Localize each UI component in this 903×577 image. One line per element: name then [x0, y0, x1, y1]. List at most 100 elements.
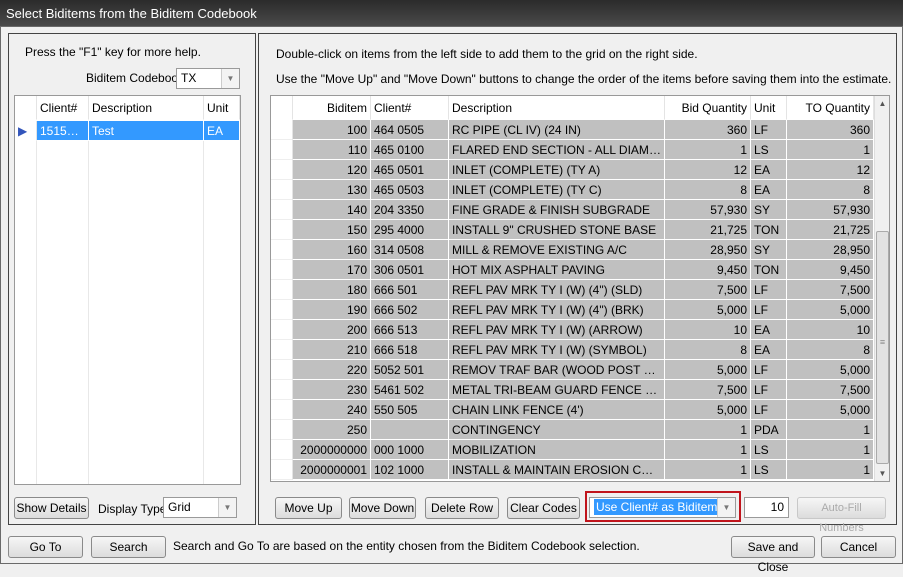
cell-client: 000 1000 [371, 440, 449, 460]
cell-unit: TON [751, 220, 787, 240]
move-up-button[interactable]: Move Up [275, 497, 342, 519]
table-row[interactable]: 240 550 505 CHAIN LINK FENCE (4') 5,000 LF 5,… [271, 400, 874, 420]
cell-unit: LF [751, 280, 787, 300]
table-row[interactable]: 110 465 0100 FLARED END SECTION - ALL DIAM… [271, 140, 874, 160]
cell-description: CHAIN LINK FENCE (4') [449, 400, 665, 420]
cell-to-quantity: 1 [787, 460, 874, 480]
row-header[interactable] [271, 320, 293, 340]
row-header[interactable] [271, 260, 293, 280]
scroll-thumb[interactable]: ≡ [876, 231, 889, 464]
table-row[interactable]: 130 465 0503 INLET (COMPLETE) (TY C) 8 EA 8 [271, 180, 874, 200]
codebook-select[interactable]: TX ▼ [176, 68, 240, 89]
cell-biditem: 200 [293, 320, 371, 340]
cancel-button[interactable]: Cancel [821, 536, 896, 558]
cell-bid-quantity: 57,930 [665, 200, 751, 220]
row-header[interactable] [271, 220, 293, 240]
cell-unit: SY [751, 200, 787, 220]
row-header[interactable] [271, 180, 293, 200]
col-bid-quantity[interactable]: Bid Quantity [665, 96, 751, 120]
table-row[interactable]: 170 306 0501 HOT MIX ASPHALT PAVING 9,450 TO… [271, 260, 874, 280]
cell-to-quantity: 57,930 [787, 200, 874, 220]
auto-fill-button[interactable]: Auto-Fill Numbers [797, 497, 886, 534]
table-row[interactable]: 210 666 518 REFL PAV MRK TY I (W) (SYMBOL)… [271, 340, 874, 360]
table-row[interactable]: 2000000000 000 1000 MOBILIZATION 1 LS 1 [271, 440, 874, 460]
table-row[interactable]: 220 5052 501 REMOV TRAF BAR (WOOD POST & C… [271, 360, 874, 380]
increment-input[interactable]: 10 [744, 497, 789, 518]
codebook-grid[interactable]: Client# Description Unit ▶ 15151 1... Te… [14, 95, 241, 485]
row-header[interactable] [271, 340, 293, 360]
show-details-button[interactable]: Show Details [14, 497, 89, 519]
table-row[interactable]: 250 CONTINGENCY 1 PDA 1 [271, 420, 874, 440]
cell-unit: LF [751, 300, 787, 320]
cell-to-quantity: 21,725 [787, 220, 874, 240]
delete-row-button[interactable]: Delete Row [425, 497, 499, 519]
table-row[interactable]: 150 295 4000 INSTALL 9" CRUSHED STONE BASE… [271, 220, 874, 240]
cell-unit: TON [751, 260, 787, 280]
scroll-up-icon[interactable]: ▲ [875, 96, 889, 112]
table-row[interactable]: 160 314 0508 MILL & REMOVE EXISTING A/C 28,… [271, 240, 874, 260]
col-biditem[interactable]: Biditem [293, 96, 371, 120]
estimate-grid[interactable]: Biditem Client# Description Bid Quantity… [270, 95, 890, 482]
go-to-button[interactable]: Go To [8, 536, 83, 558]
col-client[interactable]: Client# [371, 96, 449, 120]
col-unit[interactable]: Unit [204, 96, 240, 120]
row-header[interactable] [271, 400, 293, 420]
row-header[interactable] [271, 300, 293, 320]
cell-description: INSTALL 9" CRUSHED STONE BASE [449, 220, 665, 240]
col-unit[interactable]: Unit [751, 96, 787, 120]
table-row[interactable]: 200 666 513 REFL PAV MRK TY I (W) (ARROW) 1… [271, 320, 874, 340]
table-row[interactable]: 100 464 0505 RC PIPE (CL IV) (24 IN) 360 LF 3… [271, 120, 874, 140]
cell-bid-quantity: 10 [665, 320, 751, 340]
display-type-select[interactable]: Grid ▼ [163, 497, 237, 518]
cell-bid-quantity: 8 [665, 180, 751, 200]
biditem-mode-select[interactable]: Use Client# as Biditem: ▼ [589, 497, 736, 518]
table-row[interactable]: 2000000001 102 1000 INSTALL & MAINTAIN ERO… [271, 460, 874, 480]
row-header[interactable] [271, 140, 293, 160]
cell-description: Test [89, 121, 204, 141]
search-button[interactable]: Search [91, 536, 166, 558]
cell-bid-quantity: 1 [665, 140, 751, 160]
cell-client: 204 3350 [371, 200, 449, 220]
row-header[interactable] [271, 280, 293, 300]
col-description[interactable]: Description [89, 96, 204, 120]
grid-header: Client# Description Unit [15, 96, 240, 120]
table-row[interactable]: 190 666 502 REFL PAV MRK TY I (W) (4") (BR… [271, 300, 874, 320]
row-pointer-icon: ▶ [15, 121, 37, 141]
table-row[interactable]: ▶ 15151 1... Test EA [15, 121, 240, 141]
cell-client: 464 0505 [371, 120, 449, 140]
row-header[interactable] [271, 460, 293, 480]
move-down-button[interactable]: Move Down [349, 497, 416, 519]
cell-to-quantity: 360 [787, 120, 874, 140]
cell-to-quantity: 28,950 [787, 240, 874, 260]
table-row[interactable]: 120 465 0501 INLET (COMPLETE) (TY A) 12 EA 12 [271, 160, 874, 180]
cell-bid-quantity: 9,450 [665, 260, 751, 280]
cell-biditem: 100 [293, 120, 371, 140]
vertical-scrollbar[interactable]: ▲ ≡ ▼ [874, 96, 889, 481]
row-header[interactable] [271, 440, 293, 460]
cell-client: 5052 501 [371, 360, 449, 380]
row-header[interactable] [271, 120, 293, 140]
col-description[interactable]: Description [449, 96, 665, 120]
help-text: Press the "F1" key for more help. [25, 45, 201, 59]
cell-bid-quantity: 1 [665, 440, 751, 460]
row-header[interactable] [271, 200, 293, 220]
row-header[interactable] [271, 160, 293, 180]
col-client[interactable]: Client# [37, 96, 89, 120]
row-header[interactable] [271, 360, 293, 380]
table-row[interactable]: 140 204 3350 FINE GRADE & FINISH SUBGRADE 5… [271, 200, 874, 220]
table-row[interactable]: 230 5461 502 METAL TRI-BEAM GUARD FENCE (1… [271, 380, 874, 400]
scroll-down-icon[interactable]: ▼ [875, 466, 889, 481]
cell-unit: SY [751, 240, 787, 260]
save-close-button[interactable]: Save and Close [731, 536, 815, 574]
row-header[interactable] [271, 380, 293, 400]
window-title: Select Biditems from the Biditem Codeboo… [0, 0, 903, 26]
cell-biditem: 160 [293, 240, 371, 260]
cell-client: 5461 502 [371, 380, 449, 400]
col-to-quantity[interactable]: TO Quantity [787, 96, 874, 120]
cell-to-quantity: 5,000 [787, 300, 874, 320]
clear-codes-button[interactable]: Clear Codes [507, 497, 580, 519]
row-header[interactable] [271, 420, 293, 440]
cell-biditem: 2000000000 [293, 440, 371, 460]
row-header[interactable] [271, 240, 293, 260]
table-row[interactable]: 180 666 501 REFL PAV MRK TY I (W) (4") (SL… [271, 280, 874, 300]
